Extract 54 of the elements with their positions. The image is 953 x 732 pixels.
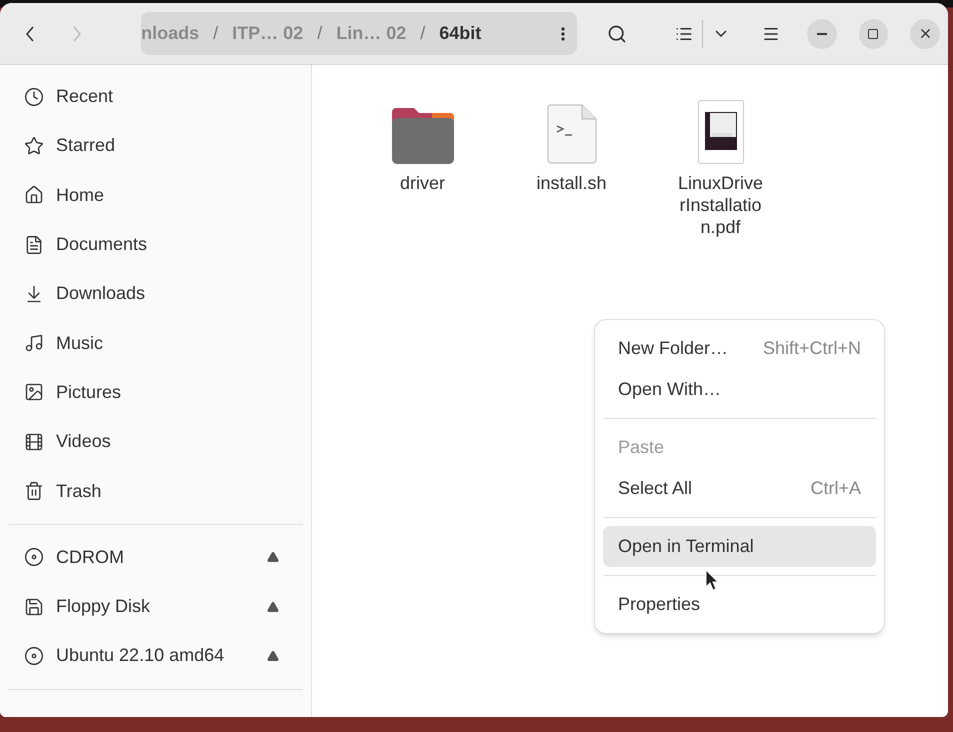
mouse-pointer-icon [705, 569, 719, 591]
menu-item[interactable]: Properties [603, 584, 876, 625]
disc-icon [24, 646, 44, 666]
chevron-down-icon [715, 30, 728, 37]
search-icon [606, 24, 627, 44]
sidebar-item[interactable]: Recent [0, 72, 311, 122]
star-icon [24, 136, 44, 156]
chevron-right-icon [73, 26, 82, 42]
more-options-icon [560, 26, 565, 40]
menu-item[interactable]: Open With… [603, 369, 876, 410]
clock-icon [24, 86, 44, 107]
menu-item[interactable]: Open in Terminal [603, 526, 876, 567]
home-icon [24, 185, 44, 206]
disc-icon [24, 547, 44, 568]
sidebar-item[interactable]: Downloads [0, 269, 311, 318]
chevron-left-icon [26, 26, 34, 42]
trash-icon [24, 481, 44, 502]
menu-item[interactable]: New Folder… Shift+Ctrl+N [603, 328, 876, 369]
file-name[interactable]: install.sh [527, 172, 616, 194]
sidebar-item[interactable]: CDROM [0, 532, 311, 582]
maximize-icon [867, 28, 880, 40]
sidebar-item[interactable]: Videos [0, 417, 311, 466]
sidebar-item[interactable]: Trash [0, 466, 311, 516]
document-thumbnail [698, 100, 744, 164]
sidebar-item[interactable]: Starred [0, 121, 311, 171]
path-separator: / [213, 22, 218, 45]
menu-item[interactable]: Select All Ctrl+A [603, 468, 876, 509]
script-file-icon [546, 104, 596, 164]
minimize-icon [816, 32, 827, 34]
file-name[interactable]: LinuxDriverInstallation.pdf [676, 172, 765, 238]
eject-icon[interactable] [267, 650, 279, 662]
sidebar-item[interactable]: Music [0, 318, 311, 368]
folder-icon [392, 106, 454, 164]
sidebar-item[interactable]: Documents [0, 220, 311, 270]
sidebar-item[interactable]: Floppy Disk [0, 582, 311, 632]
film-icon [24, 432, 44, 452]
picture-icon [24, 382, 44, 402]
maximize-button[interactable] [858, 18, 888, 48]
more-options-button[interactable] [560, 26, 565, 40]
sidebar-item[interactable]: Ubuntu 22.10 amd64 [0, 631, 311, 681]
path-separator: / [420, 22, 426, 45]
eject-icon[interactable] [267, 551, 279, 564]
close-button[interactable] [910, 18, 940, 48]
music-note-icon [24, 333, 44, 354]
minimize-button[interactable] [806, 18, 837, 48]
path-segment[interactable]: 64bit [439, 20, 482, 47]
sidebar-item[interactable]: Home [0, 170, 311, 220]
sidebar-item[interactable]: Pictures [0, 368, 311, 418]
eject-icon[interactable] [267, 600, 279, 613]
path-separator: / [317, 22, 322, 45]
shortcut-hint: Shift+Ctrl+N [762, 337, 861, 360]
shortcut-hint: Ctrl+A [810, 477, 861, 500]
document-icon [24, 234, 44, 255]
file-name[interactable]: driver [378, 172, 467, 194]
